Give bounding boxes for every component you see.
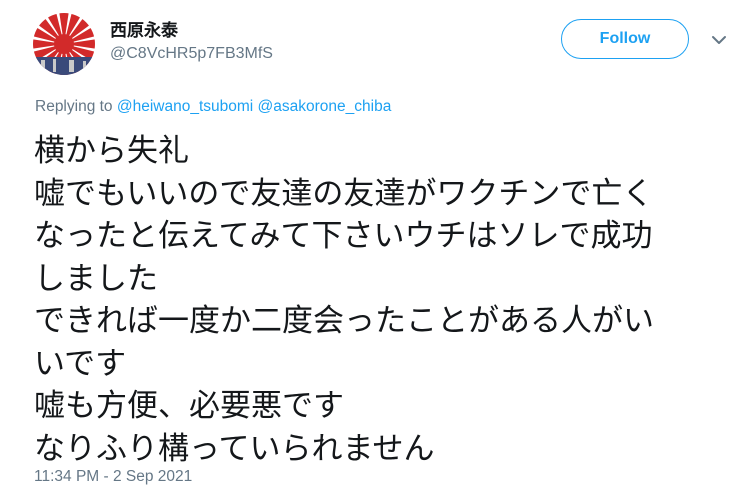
- chevron-down-icon[interactable]: [711, 34, 727, 46]
- tweet-line: 嘘も方便、必要悪です: [34, 388, 344, 424]
- tweet-line: いです: [34, 345, 127, 382]
- reply-prefix: Replying to: [35, 98, 117, 115]
- tweet-line: 嘘でもいいので友達の友達がワクチンで亡く: [34, 175, 654, 212]
- tweet-line: なったと伝えてみて下さいウチはソレで成功: [34, 218, 653, 254]
- author-display-name[interactable]: 西原永泰: [110, 16, 178, 41]
- tweet-text: 横から失礼 嘘でもいいので友達の友達がワクチンで亡く なったと伝えてみて下さいウ…: [34, 130, 734, 470]
- follow-button[interactable]: Follow: [561, 19, 689, 59]
- avatar[interactable]: [33, 13, 95, 75]
- tweet-line: 横から失礼: [34, 133, 189, 169]
- tweet-timestamp[interactable]: 11:34 PM - 2 Sep 2021: [34, 468, 192, 486]
- mention-link[interactable]: @asakorone_chiba: [258, 98, 392, 115]
- author-handle[interactable]: @C8VcHR5p7FB3MfS: [110, 45, 273, 63]
- mention-link[interactable]: @heiwano_tsubomi: [117, 98, 253, 115]
- tweet-line: できれば一度か二度会ったことがある人がい: [34, 303, 654, 339]
- rising-sun-flag-avatar-icon: [33, 13, 95, 75]
- tweet-line: しました: [34, 260, 158, 297]
- reply-context: Replying to @heiwano_tsubomi @asakorone_…: [35, 98, 391, 116]
- tweet-line: なりふり構っていられません: [34, 430, 435, 467]
